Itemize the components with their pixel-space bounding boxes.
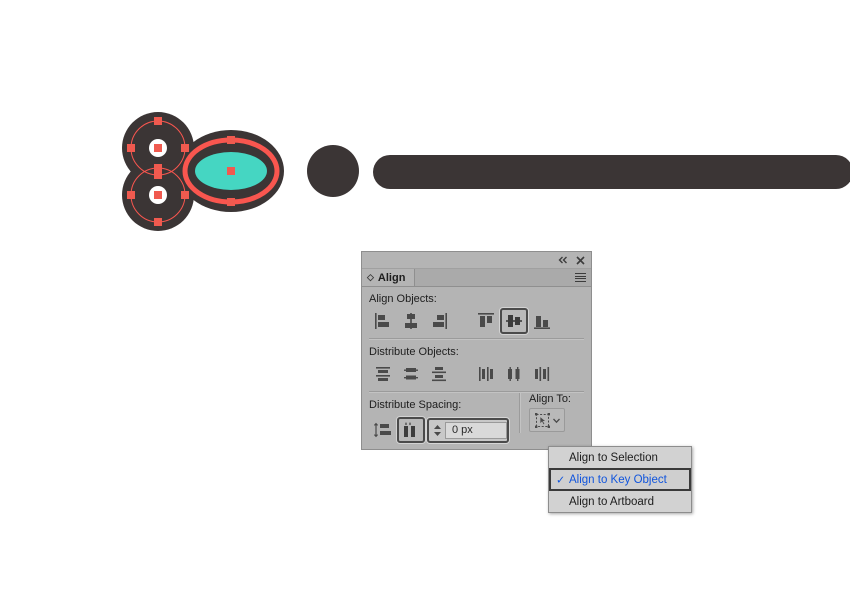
screen: ◇ Align Align Objects: Distribute Object… [0, 0, 850, 600]
align-bottom-icon [534, 315, 550, 329]
horizontal-align-left-button[interactable] [369, 308, 397, 334]
horizontal-distribute-center-button[interactable] [500, 361, 528, 387]
shape-rounded-bar[interactable] [373, 155, 850, 189]
panel-menu-icon[interactable] [575, 273, 586, 282]
align-objects-row [362, 307, 591, 338]
menu-item-label: Align to Artboard [569, 495, 655, 508]
distribute-left-icon [479, 366, 493, 381]
align-to-dropdown-menu[interactable]: Align to Selection ✓ Align to Key Object… [548, 446, 692, 513]
distribute-vcenter-icon [404, 367, 418, 379]
align-vcenter-icon [506, 314, 522, 327]
spacing-stepper[interactable]: 0 px [427, 417, 509, 443]
center-point-circle-top [149, 139, 167, 157]
distribute-top-icon [376, 366, 390, 381]
align-to-group: Align To: [529, 393, 571, 446]
distribute-spacing-row: 0 px [362, 414, 509, 446]
horizontal-distribute-right-button[interactable] [528, 361, 556, 387]
align-top-icon [478, 312, 494, 327]
align-panel[interactable]: ◇ Align Align Objects: Distribute Object… [361, 251, 592, 450]
spacing-value-input[interactable]: 0 px [445, 421, 507, 439]
vertical-distribute-center-button[interactable] [397, 361, 425, 387]
align-objects-label: Align Objects: [369, 293, 437, 305]
vertical-align-center-button[interactable] [500, 307, 528, 334]
menu-item-align-to-artboard[interactable]: Align to Artboard [549, 491, 691, 512]
vertical-distribute-bottom-button[interactable] [425, 361, 453, 387]
menu-item-label: Align to Selection [569, 451, 658, 464]
distribute-spacing-label: Distribute Spacing: [369, 399, 462, 411]
distribute-bottom-icon [432, 366, 446, 381]
distribute-right-icon [535, 366, 550, 381]
align-hcenter-icon [405, 312, 417, 329]
panel-vertical-divider [519, 393, 521, 433]
panel-titlebar [362, 252, 591, 269]
panel-body: Align Objects: Distribute Objects: Distr… [362, 287, 591, 446]
horizontal-align-right-button[interactable] [425, 308, 453, 334]
distribute-objects-row [362, 361, 591, 391]
vertical-align-top-button[interactable] [472, 308, 500, 334]
spacing-spinner-icon[interactable] [429, 422, 445, 439]
align-to-key-object-icon [534, 412, 550, 428]
menu-item-align-to-selection[interactable]: Align to Selection [549, 447, 691, 468]
vertical-distribute-top-button[interactable] [369, 361, 397, 387]
distribute-hcenter-icon [508, 366, 520, 381]
tab-grip-icon: ◇ [367, 272, 374, 282]
align-right-icon [433, 312, 447, 329]
hspacing-icon [404, 422, 415, 437]
shape-standalone-circle[interactable] [307, 145, 359, 197]
tab-align-label: Align [377, 271, 406, 284]
check-icon: ✓ [556, 474, 566, 486]
vspacing-icon [373, 422, 391, 438]
horizontal-distribute-spacing-button[interactable] [397, 417, 425, 443]
horizontal-align-center-button[interactable] [397, 308, 425, 334]
align-left-icon [375, 312, 389, 329]
center-point-key-object [227, 167, 235, 175]
center-point-circle-bottom [149, 186, 167, 204]
chevron-down-icon[interactable] [552, 416, 561, 425]
align-to-button[interactable] [529, 408, 565, 432]
menu-item-label: Align to Key Object [569, 473, 667, 486]
menu-item-align-to-key-object[interactable]: ✓ Align to Key Object [549, 468, 691, 491]
vertical-align-bottom-button[interactable] [528, 308, 556, 334]
panel-tabbar: ◇ Align [362, 269, 591, 287]
distribute-objects-label: Distribute Objects: [369, 346, 459, 358]
close-icon[interactable] [574, 254, 586, 266]
align-to-label: Align To: [529, 393, 571, 405]
collapse-panel-icon[interactable] [557, 254, 569, 266]
tab-align[interactable]: ◇ Align [362, 269, 416, 286]
horizontal-distribute-left-button[interactable] [472, 361, 500, 387]
vertical-distribute-spacing-button[interactable] [369, 417, 397, 443]
